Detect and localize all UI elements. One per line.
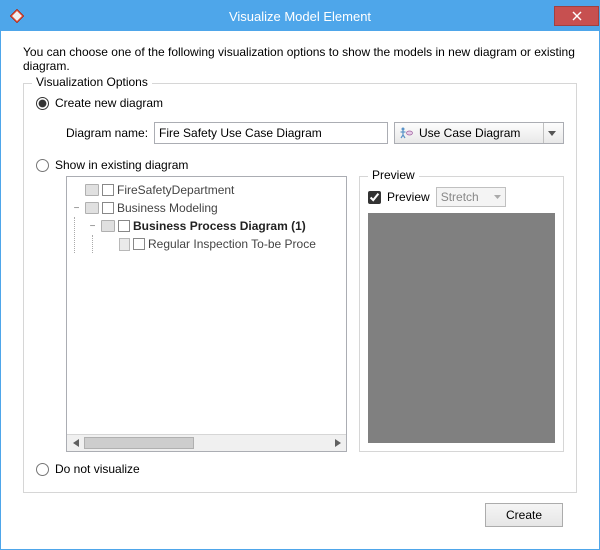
close-icon (572, 11, 582, 21)
tree-label: Regular Inspection To-be Proce (148, 237, 316, 251)
tree-checkbox[interactable] (102, 184, 114, 196)
option-create-new[interactable]: Create new diagram (36, 96, 564, 110)
dialog-body: You can choose one of the following visu… (1, 31, 599, 549)
document-icon (119, 238, 130, 251)
scroll-right-icon[interactable] (329, 435, 346, 452)
window-title: Visualize Model Element (1, 9, 599, 24)
middle-area: FireSafetyDepartment − Business Modeling… (66, 176, 564, 452)
preview-mode-label: Stretch (441, 190, 479, 204)
tree-label: Business Process Diagram (1) (133, 219, 306, 233)
tree-row[interactable]: Regular Inspection To-be Proce (93, 235, 344, 253)
diagram-name-input[interactable] (154, 122, 388, 144)
app-icon (9, 8, 25, 24)
tree-horizontal-scrollbar[interactable] (67, 434, 346, 451)
use-case-icon (399, 126, 413, 140)
option-do-not-visualize[interactable]: Do not visualize (36, 462, 564, 476)
diagram-name-label: Diagram name: (66, 126, 148, 140)
diagram-type-select[interactable]: Use Case Diagram (394, 122, 564, 144)
radio-do-not-visualize[interactable] (36, 463, 49, 476)
scroll-thumb[interactable] (84, 437, 194, 449)
tree-checkbox[interactable] (133, 238, 145, 250)
preview-controls: Preview Stretch (368, 187, 555, 207)
diagram-name-row: Diagram name: Use Case Diagram (66, 122, 564, 144)
radio-create-new[interactable] (36, 97, 49, 110)
dialog-window: Visualize Model Element You can choose o… (0, 0, 600, 550)
preview-checkbox[interactable] (368, 191, 381, 204)
tree-twisty[interactable]: − (87, 221, 98, 232)
tree-checkbox[interactable] (102, 202, 114, 214)
scroll-track[interactable] (84, 435, 329, 451)
radio-do-not-visualize-label: Do not visualize (55, 462, 140, 476)
option-show-existing[interactable]: Show in existing diagram (36, 158, 564, 172)
preview-legend: Preview (368, 168, 419, 182)
close-button[interactable] (554, 6, 599, 26)
preview-group: Preview Preview Stretch (359, 176, 564, 452)
preview-mode-select[interactable]: Stretch (436, 187, 506, 207)
diagram-type-label: Use Case Diagram (419, 126, 520, 140)
tree-row[interactable]: FireSafetyDepartment (69, 181, 344, 199)
radio-show-existing[interactable] (36, 159, 49, 172)
radio-create-new-label: Create new diagram (55, 96, 163, 110)
visualization-options-group: Visualization Options Create new diagram… (23, 83, 577, 493)
folder-icon (85, 184, 99, 196)
dialog-footer: Create (23, 493, 577, 537)
scroll-left-icon[interactable] (67, 435, 84, 452)
tree-label: Business Modeling (117, 201, 218, 215)
tree-checkbox[interactable] (118, 220, 130, 232)
tree-row[interactable]: − Business Process Diagram (1) (75, 217, 344, 235)
tree-row[interactable]: − Business Modeling (69, 199, 344, 217)
create-button[interactable]: Create (485, 503, 563, 527)
preview-checkbox-label: Preview (387, 190, 430, 204)
instruction-text: You can choose one of the following visu… (23, 45, 577, 73)
diagram-tree[interactable]: FireSafetyDepartment − Business Modeling… (67, 177, 346, 434)
visualization-options-legend: Visualization Options (32, 75, 152, 89)
chevron-down-icon (543, 123, 559, 143)
tree-label: FireSafetyDepartment (117, 183, 234, 197)
folder-icon (101, 220, 115, 232)
preview-canvas (368, 213, 555, 443)
chevron-down-icon (494, 195, 501, 199)
folder-icon (85, 202, 99, 214)
titlebar: Visualize Model Element (1, 1, 599, 31)
radio-show-existing-label: Show in existing diagram (55, 158, 188, 172)
diagram-tree-panel: FireSafetyDepartment − Business Modeling… (66, 176, 347, 452)
tree-twisty[interactable]: − (71, 203, 82, 214)
